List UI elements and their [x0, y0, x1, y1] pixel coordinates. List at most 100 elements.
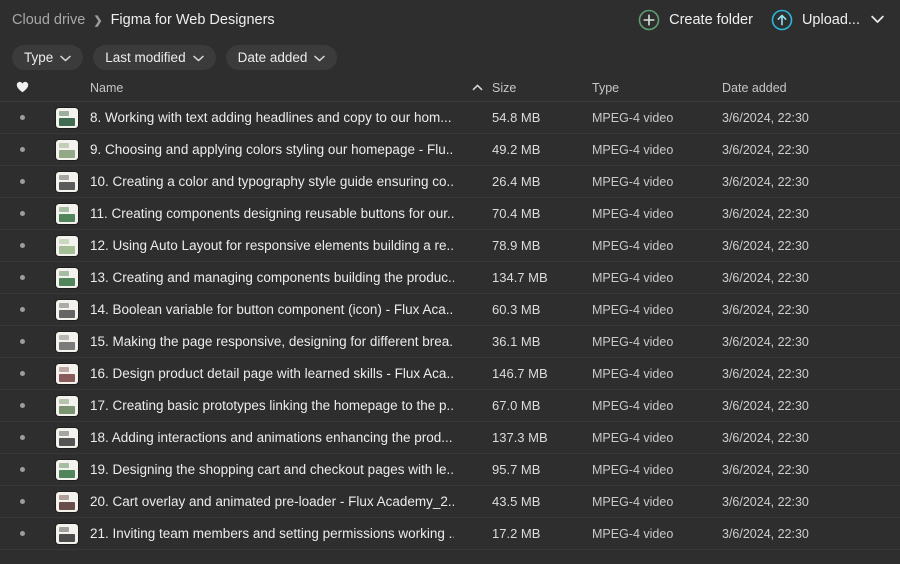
upload-button[interactable]: Upload... [771, 9, 884, 31]
file-name-cell[interactable]: 14. Boolean variable for button componen… [90, 302, 462, 317]
file-type: MPEG-4 video [592, 238, 674, 253]
table-row[interactable]: 9. Choosing and applying colors styling … [0, 134, 900, 166]
file-size: 60.3 MB [492, 302, 541, 317]
bullet-icon [19, 499, 25, 504]
bullet-icon [19, 467, 25, 472]
file-size: 49.2 MB [492, 142, 541, 157]
table-row[interactable]: 20. Cart overlay and animated pre-loader… [0, 486, 900, 518]
file-date-added: 3/6/2024, 22:30 [722, 174, 809, 189]
row-marker[interactable] [0, 467, 44, 472]
row-marker[interactable] [0, 339, 44, 344]
row-marker[interactable] [0, 179, 44, 184]
file-name: 11. Creating components designing reusab… [90, 206, 454, 221]
chevron-down-icon[interactable] [871, 12, 884, 28]
file-name-cell[interactable]: 9. Choosing and applying colors styling … [90, 142, 462, 157]
column-header-type[interactable]: Type [592, 81, 722, 95]
file-name-cell[interactable]: 18. Adding interactions and animations e… [90, 430, 462, 445]
filter-last-modified[interactable]: Last modified [93, 45, 216, 70]
table-row[interactable]: 14. Boolean variable for button componen… [0, 294, 900, 326]
file-name: 21. Inviting team members and setting pe… [90, 526, 454, 541]
file-thumbnail [44, 331, 90, 352]
filter-date-added[interactable]: Date added [225, 45, 338, 70]
column-header-date-added[interactable]: Date added [722, 81, 900, 95]
file-table: Name Size Type Date added 8. Working wit… [0, 75, 900, 550]
file-type: MPEG-4 video [592, 302, 674, 317]
table-row[interactable]: 10. Creating a color and typography styl… [0, 166, 900, 198]
table-row[interactable]: 11. Creating components designing reusab… [0, 198, 900, 230]
chevron-down-icon [314, 50, 326, 65]
row-marker[interactable] [0, 499, 44, 504]
file-name-cell[interactable]: 13. Creating and managing components bui… [90, 270, 462, 285]
file-name-cell[interactable]: 16. Design product detail page with lear… [90, 366, 462, 381]
file-name-cell[interactable]: 19. Designing the shopping cart and chec… [90, 462, 462, 477]
file-size: 36.1 MB [492, 334, 541, 349]
filter-last-modified-label: Last modified [105, 50, 186, 65]
file-size: 134.7 MB [492, 270, 548, 285]
column-header-size[interactable]: Size [492, 81, 592, 95]
plus-circle-icon [638, 9, 660, 31]
table-row[interactable]: 16. Design product detail page with lear… [0, 358, 900, 390]
file-name-cell[interactable]: 15. Making the page responsive, designin… [90, 334, 462, 349]
thumbnail-image [56, 427, 78, 448]
row-marker[interactable] [0, 275, 44, 280]
table-row[interactable]: 19. Designing the shopping cart and chec… [0, 454, 900, 486]
thumbnail-image [56, 491, 78, 512]
file-name: 15. Making the page responsive, designin… [90, 334, 454, 349]
file-name: 19. Designing the shopping cart and chec… [90, 462, 454, 477]
column-header-name[interactable]: Name [90, 81, 462, 95]
thumbnail-image [56, 235, 78, 256]
table-row[interactable]: 21. Inviting team members and setting pe… [0, 518, 900, 550]
file-name-cell[interactable]: 20. Cart overlay and animated pre-loader… [90, 494, 462, 509]
thumbnail-image [56, 299, 78, 320]
file-type: MPEG-4 video [592, 526, 674, 541]
file-size: 95.7 MB [492, 462, 541, 477]
table-row[interactable]: 13. Creating and managing components bui… [0, 262, 900, 294]
file-type: MPEG-4 video [592, 494, 674, 509]
file-date-added: 3/6/2024, 22:30 [722, 270, 809, 285]
table-header-row: Name Size Type Date added [0, 75, 900, 102]
column-header-favorite[interactable] [0, 81, 44, 95]
file-thumbnail [44, 203, 90, 224]
file-name: 14. Boolean variable for button componen… [90, 302, 454, 317]
row-marker[interactable] [0, 371, 44, 376]
file-name-cell[interactable]: 8. Working with text adding headlines an… [90, 110, 462, 125]
breadcrumb-current[interactable]: Figma for Web Designers [111, 12, 275, 28]
bullet-icon [19, 243, 25, 248]
create-folder-button[interactable]: Create folder [638, 9, 753, 31]
row-marker[interactable] [0, 403, 44, 408]
file-name-cell[interactable]: 10. Creating a color and typography styl… [90, 174, 462, 189]
filter-date-added-label: Date added [237, 50, 308, 65]
table-row[interactable]: 12. Using Auto Layout for responsive ele… [0, 230, 900, 262]
breadcrumb-root[interactable]: Cloud drive [12, 12, 85, 28]
file-name: 17. Creating basic prototypes linking th… [90, 398, 454, 413]
file-name-cell[interactable]: 17. Creating basic prototypes linking th… [90, 398, 462, 413]
bullet-icon [19, 307, 25, 312]
file-date-added: 3/6/2024, 22:30 [722, 302, 809, 317]
row-marker[interactable] [0, 531, 44, 536]
bullet-icon [19, 435, 25, 440]
file-name-cell[interactable]: 11. Creating components designing reusab… [90, 206, 462, 221]
row-marker[interactable] [0, 243, 44, 248]
file-size: 146.7 MB [492, 366, 548, 381]
file-name-cell[interactable]: 12. Using Auto Layout for responsive ele… [90, 238, 462, 253]
table-row[interactable]: 8. Working with text adding headlines an… [0, 102, 900, 134]
table-row[interactable]: 17. Creating basic prototypes linking th… [0, 390, 900, 422]
file-name-cell[interactable]: 21. Inviting team members and setting pe… [90, 526, 462, 541]
file-size: 78.9 MB [492, 238, 541, 253]
thumbnail-image [56, 523, 78, 544]
table-row[interactable]: 15. Making the page responsive, designin… [0, 326, 900, 358]
bullet-icon [19, 371, 25, 376]
breadcrumb: Cloud drive ❯ Figma for Web Designers [12, 12, 275, 28]
table-row[interactable]: 18. Adding interactions and animations e… [0, 422, 900, 454]
file-size: 137.3 MB [492, 430, 548, 445]
row-marker[interactable] [0, 115, 44, 120]
row-marker[interactable] [0, 435, 44, 440]
row-marker[interactable] [0, 211, 44, 216]
row-marker[interactable] [0, 307, 44, 312]
sort-indicator[interactable] [462, 83, 492, 94]
row-marker[interactable] [0, 147, 44, 152]
filter-type[interactable]: Type [12, 45, 84, 70]
bullet-icon [19, 339, 25, 344]
file-name: 10. Creating a color and typography styl… [90, 174, 454, 189]
top-bar: Cloud drive ❯ Figma for Web Designers Cr… [0, 0, 900, 40]
